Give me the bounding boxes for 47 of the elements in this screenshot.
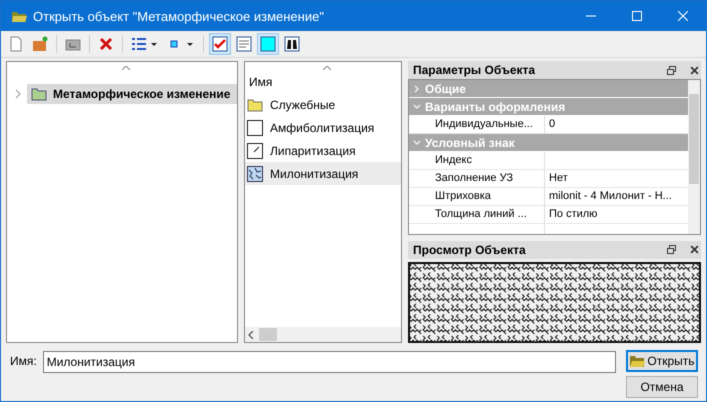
restore-icon[interactable] — [667, 66, 676, 74]
scroll-thumb[interactable] — [689, 94, 699, 184]
open-button[interactable]: Открыть — [626, 350, 698, 372]
panel-title: Просмотр Объекта — [413, 242, 527, 257]
property-value[interactable]: Нет — [545, 170, 688, 187]
panel-title: Параметры Объекта — [413, 63, 536, 77]
square-icon — [247, 120, 263, 136]
property-name: Индивидуальные... — [409, 116, 545, 133]
list-item[interactable]: Служебные — [245, 93, 401, 116]
slash-square-icon — [247, 142, 263, 158]
name-field[interactable]: Милонитизация — [42, 351, 616, 373]
chevron-icon — [413, 84, 421, 92]
column-header[interactable]: Имя — [245, 72, 401, 93]
property-value[interactable]: По стилю — [545, 206, 688, 223]
maximize-icon[interactable] — [632, 11, 642, 21]
cancel-button[interactable]: Отмена — [626, 376, 698, 398]
close-icon[interactable] — [690, 66, 699, 74]
tree-item[interactable]: Метаморфическое изменение — [27, 84, 237, 104]
folder-icon — [31, 86, 47, 102]
folder-icon — [629, 353, 646, 369]
property-value[interactable]: milonit - 4 Милонит - Н... — [545, 188, 688, 205]
scroll-left-icon[interactable] — [248, 330, 254, 338]
chevron-icon — [413, 102, 421, 110]
folder-icon — [247, 96, 263, 112]
sort-caret-icon — [323, 66, 331, 70]
horizontal-scrollbar[interactable] — [245, 327, 401, 342]
property-name: Заполнение УЗ — [409, 170, 545, 187]
property-name: Индекс — [409, 152, 545, 169]
restore-icon[interactable] — [667, 245, 676, 254]
folder-icon — [11, 9, 27, 23]
checkmark-icon[interactable] — [209, 33, 231, 55]
chevron-icon — [413, 138, 421, 146]
window-title: Открыть объект "Метаморфическое изменение" — [33, 8, 325, 24]
minimize-icon[interactable] — [586, 15, 596, 17]
list-item[interactable]: Амфиболитизация — [245, 116, 401, 139]
close-icon[interactable] — [690, 245, 699, 254]
name-label: Имя: — [10, 353, 37, 370]
list-item[interactable]: Милонитизация — [245, 162, 401, 185]
property-value[interactable]: 0 — [545, 116, 688, 133]
vertical-scrollbar[interactable] — [688, 80, 700, 234]
list-item[interactable]: Липаритизация — [245, 139, 401, 162]
scroll-thumb[interactable] — [259, 328, 277, 341]
pattern-square-icon — [247, 166, 263, 182]
property-name: Толщина линий ... — [409, 206, 545, 223]
filled-square-icon[interactable] — [257, 33, 279, 55]
sort-caret-icon — [122, 66, 130, 70]
property-name: Штриховка — [409, 188, 545, 205]
